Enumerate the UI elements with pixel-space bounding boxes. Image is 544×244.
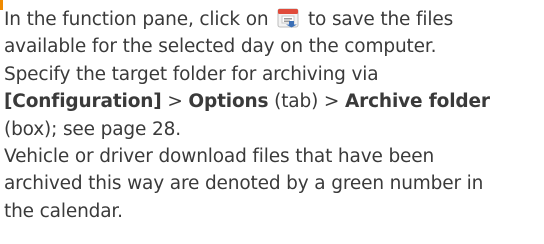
instruction-line-8: the calendar. <box>4 200 123 222</box>
instruction-line-6: Vehicle or driver download files that ha… <box>4 146 435 168</box>
separator: > <box>161 91 189 113</box>
text-fragment: (tab) > <box>268 91 345 113</box>
configuration-menu-ref: [Configuration] <box>4 91 162 113</box>
instruction-line-5: (box); see page 28. <box>4 118 181 140</box>
text-fragment: to save the files <box>307 9 454 30</box>
text-fragment: In the function pane, click on <box>4 9 269 30</box>
instruction-text: In the function pane, click on to save t… <box>4 6 544 225</box>
options-tab-ref: Options <box>188 91 269 113</box>
accent-marker <box>0 0 3 10</box>
instruction-line-7: archived this way are denoted by a green… <box>4 173 484 195</box>
instruction-line-4: [Configuration] > Options (tab) > Archiv… <box>4 88 544 115</box>
instruction-line-1: In the function pane, click on to save t… <box>4 6 544 33</box>
instruction-line-2: available for the selected day on the co… <box>4 36 437 58</box>
archive-save-icon <box>277 8 299 28</box>
instruction-line-3: Specify the target folder for archiving … <box>4 63 379 85</box>
archive-folder-ref: Archive folder <box>344 91 490 113</box>
